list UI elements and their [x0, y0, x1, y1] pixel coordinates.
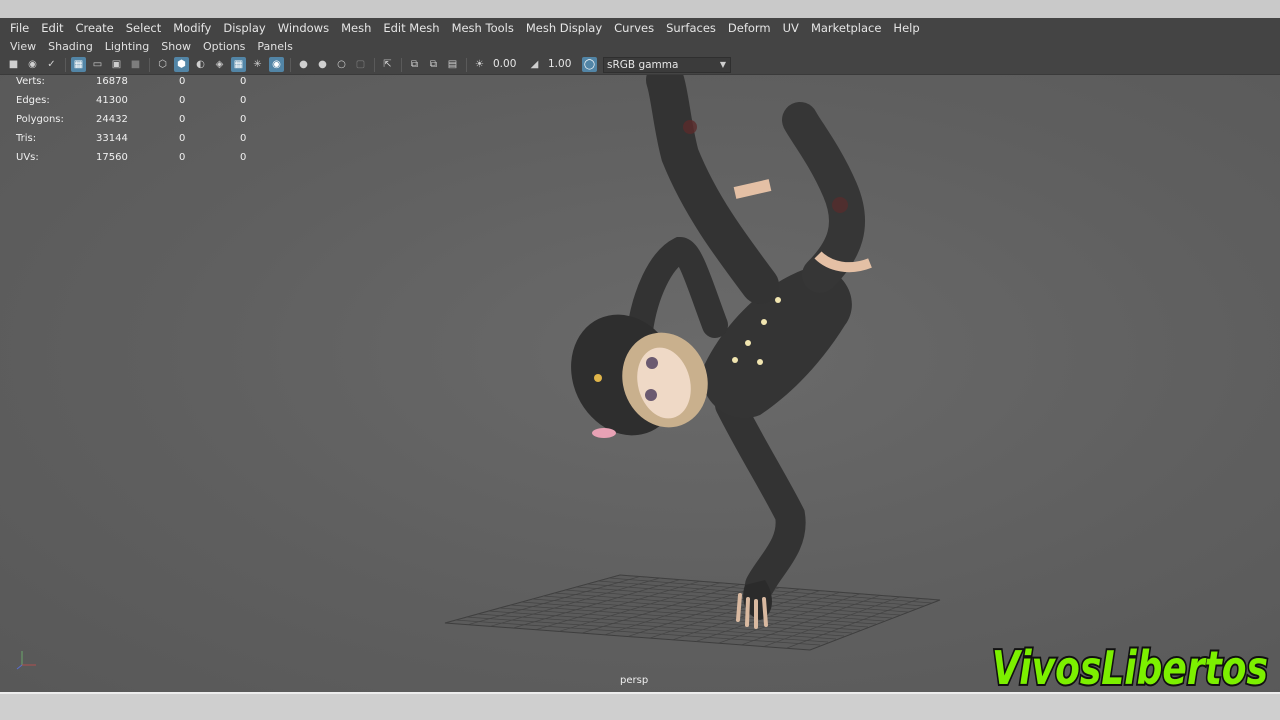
camera-attributes-icon[interactable]: ◉ — [25, 57, 40, 72]
resolution-gate-icon[interactable]: ▣ — [109, 57, 124, 72]
bookmark-icon[interactable]: ✓ — [44, 57, 59, 72]
menu-windows[interactable]: Windows — [272, 21, 335, 35]
toolbar-divider — [149, 57, 150, 72]
motion-blur-icon[interactable]: ● — [315, 57, 330, 72]
menu-modify[interactable]: Modify — [167, 21, 217, 35]
use-all-lights-icon[interactable]: ✳ — [250, 57, 265, 72]
exposure-field[interactable]: 0.00 — [491, 57, 521, 72]
toolbar-divider — [401, 57, 402, 72]
gamma-icon[interactable]: ◢ — [527, 57, 542, 72]
menu-uv[interactable]: UV — [777, 21, 805, 35]
panel-toolbar: ■ ◉ ✓ ▦ ▭ ▣ ■ ⬡ ⬢ ◐ ◈ ▦ ✳ ◉ ● ● ○ ▢ ⇱ ⧉ … — [0, 55, 1280, 75]
xray-joints-icon[interactable]: ▤ — [445, 57, 460, 72]
gamma-field[interactable]: 1.00 — [546, 57, 576, 72]
exposure-icon[interactable]: ☀ — [472, 57, 487, 72]
gate-mask-icon[interactable]: ■ — [128, 57, 143, 72]
menu-select[interactable]: Select — [120, 21, 167, 35]
textured-icon[interactable]: ▦ — [231, 57, 246, 72]
menu-mesh-tools[interactable]: Mesh Tools — [446, 21, 520, 35]
color-management-icon[interactable]: ◯ — [582, 57, 597, 72]
menu-display[interactable]: Display — [217, 21, 271, 35]
smooth-shade-icon[interactable]: ⬢ — [174, 57, 189, 72]
menu-deform[interactable]: Deform — [722, 21, 777, 35]
panel-menu-bar: View Shading Lighting Show Options Panel… — [0, 38, 1280, 55]
xray-icon[interactable]: ⧉ — [407, 57, 422, 72]
menu-create[interactable]: Create — [70, 21, 120, 35]
character-model — [571, 75, 872, 629]
panel-menu-shading[interactable]: Shading — [42, 40, 99, 53]
menu-file[interactable]: File — [4, 21, 35, 35]
wireframe-on-shaded-icon[interactable]: ◈ — [212, 57, 227, 72]
panel-menu-view[interactable]: View — [4, 40, 42, 53]
perspective-viewport[interactable]: Verts: 16878 0 0 Edges: 41300 0 0 Polygo… — [0, 75, 1280, 692]
panel-menu-options[interactable]: Options — [197, 40, 251, 53]
toolbar-divider — [290, 57, 291, 72]
menu-curves[interactable]: Curves — [608, 21, 660, 35]
window-title-bar — [0, 0, 1280, 18]
camera-name-label: persp — [620, 675, 649, 686]
chevron-down-icon: ▼ — [719, 59, 726, 69]
toolbar-divider — [374, 57, 375, 72]
menu-edit[interactable]: Edit — [35, 21, 69, 35]
watermark-text: VivosLibertos — [992, 641, 1268, 695]
panel-menu-lighting[interactable]: Lighting — [99, 40, 155, 53]
color-space-value: sRGB gamma — [607, 58, 679, 71]
xray-active-icon[interactable]: ⧉ — [426, 57, 441, 72]
view-axis-icon — [16, 651, 36, 670]
toolbar-divider — [466, 57, 467, 72]
anti-aliasing-icon[interactable]: ○ — [334, 57, 349, 72]
flat-shade-icon[interactable]: ◐ — [193, 57, 208, 72]
menu-mesh[interactable]: Mesh — [335, 21, 377, 35]
channel-watermark-logo: VivosLibertos — [990, 639, 1270, 697]
wireframe-icon[interactable]: ⬡ — [155, 57, 170, 72]
main-menu-bar: File Edit Create Select Modify Display W… — [0, 18, 1280, 38]
menu-marketplace[interactable]: Marketplace — [805, 21, 887, 35]
menu-help[interactable]: Help — [887, 21, 925, 35]
toolbar-divider — [65, 57, 66, 72]
panel-menu-panels[interactable]: Panels — [251, 40, 298, 53]
menu-mesh-display[interactable]: Mesh Display — [520, 21, 608, 35]
film-gate-icon[interactable]: ▭ — [90, 57, 105, 72]
depth-of-field-icon[interactable]: ▢ — [353, 57, 368, 72]
panel-menu-show[interactable]: Show — [155, 40, 197, 53]
isolate-select-icon[interactable]: ⇱ — [380, 57, 395, 72]
color-space-select[interactable]: sRGB gamma ▼ — [603, 56, 731, 73]
menu-surfaces[interactable]: Surfaces — [660, 21, 722, 35]
select-camera-icon[interactable]: ■ — [6, 57, 21, 72]
ambient-occlusion-icon[interactable]: ● — [296, 57, 311, 72]
grid-icon[interactable]: ▦ — [71, 57, 86, 72]
shadows-icon[interactable]: ◉ — [269, 57, 284, 72]
menu-edit-mesh[interactable]: Edit Mesh — [377, 21, 445, 35]
